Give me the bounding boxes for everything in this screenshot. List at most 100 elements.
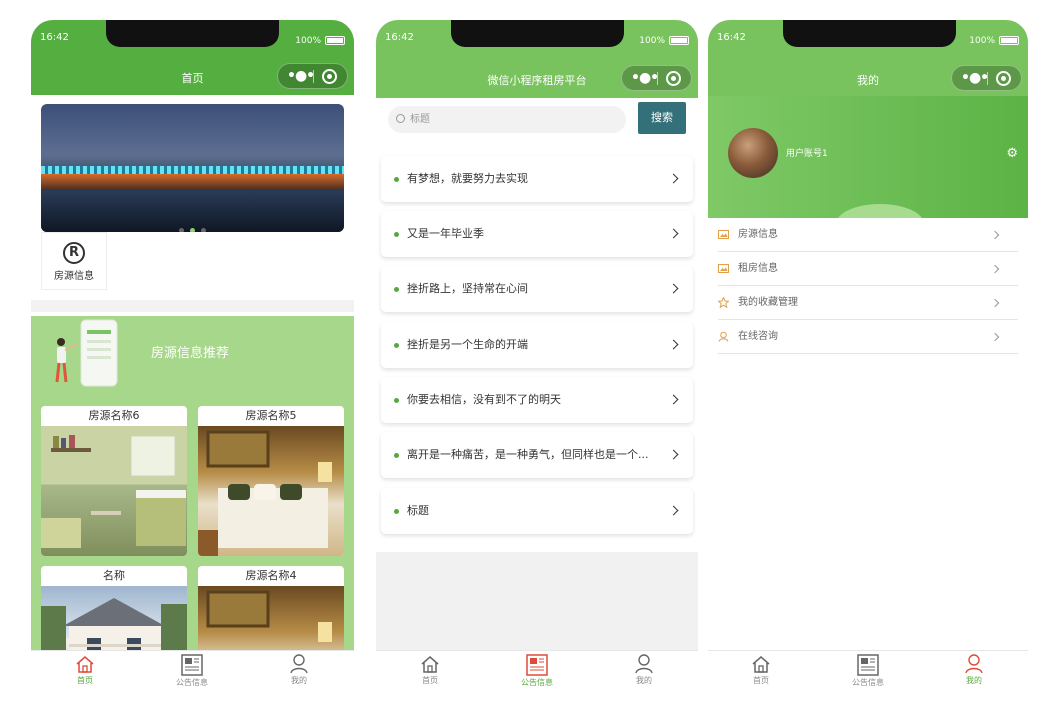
notice-item[interactable]: 挫折路上，坚持常在心间: [381, 266, 693, 312]
close-target-icon[interactable]: [322, 69, 337, 84]
chevron-right-icon: [990, 264, 1000, 274]
notice-title: 标题: [407, 504, 429, 517]
star-icon: [718, 297, 729, 308]
tab-mine[interactable]: 我的: [614, 654, 674, 686]
notice-item[interactable]: 标题: [381, 488, 693, 534]
house-card[interactable]: 房源名称6: [41, 406, 187, 556]
mini-program-capsule[interactable]: •●•: [277, 63, 348, 89]
picture-icon: [718, 230, 729, 239]
battery-percent: 100%: [969, 36, 995, 46]
profile-card: 用户账号1 ⚙: [708, 96, 1028, 218]
menu-item-favorites[interactable]: 我的收藏管理: [718, 286, 1018, 320]
chevron-right-icon: [668, 228, 679, 239]
newspaper-icon: [526, 654, 548, 676]
avatar[interactable]: [728, 128, 778, 178]
chevron-right-icon: [668, 173, 679, 184]
tab-notice[interactable]: 公告信息: [507, 654, 567, 688]
tab-home[interactable]: 首页: [400, 654, 460, 686]
menu-item-consult[interactable]: 在线咨询: [718, 320, 1018, 354]
category-label: 房源信息: [54, 271, 94, 282]
close-target-icon[interactable]: [666, 71, 681, 86]
tab-mine[interactable]: 我的: [269, 654, 329, 686]
consult-icon: [718, 331, 729, 342]
notch: [451, 20, 624, 47]
house-photo: [198, 426, 344, 556]
chevron-right-icon: [668, 394, 679, 405]
tab-label: 公告信息: [852, 678, 884, 687]
carousel-indicator[interactable]: [176, 218, 209, 232]
notice-title: 又是一年毕业季: [407, 227, 484, 240]
notice-item[interactable]: 离开是一种痛苦，是一种勇气，但同样也是一个...: [381, 432, 693, 478]
house-card[interactable]: 房源名称5: [198, 406, 344, 556]
battery-icon: [999, 36, 1019, 45]
tab-mine[interactable]: 我的: [944, 654, 1004, 686]
tab-bar: 首页 公告信息 我的: [708, 650, 1028, 696]
notice-item[interactable]: 有梦想，就要努力去实现: [381, 156, 693, 202]
house-card-title: 房源名称4: [245, 569, 297, 582]
home-icon: [421, 656, 439, 673]
more-icon[interactable]: •●•: [961, 70, 989, 86]
menu-list: 房源信息 租房信息 我的收藏管理 在线咨询: [708, 218, 1028, 354]
notice-title: 离开是一种痛苦，是一种勇气，但同样也是一个...: [407, 448, 649, 461]
mini-program-capsule[interactable]: •●•: [621, 65, 692, 91]
mini-program-capsule[interactable]: •●•: [951, 65, 1022, 91]
battery-icon: [325, 36, 345, 45]
notice-title: 有梦想，就要努力去实现: [407, 172, 528, 185]
tab-label: 首页: [753, 676, 769, 685]
newspaper-icon: [857, 654, 879, 676]
house-photo: [41, 426, 187, 556]
tab-notice[interactable]: 公告信息: [162, 654, 222, 688]
home-screen: 16:42 100% 首页 •●• R 房源信息 房源信息推荐 房源名称6 房源…: [31, 20, 354, 696]
notice-item[interactable]: 挫折是另一个生命的开端: [381, 322, 693, 368]
battery-percent: 100%: [295, 36, 321, 46]
status-time: 16:42: [385, 32, 414, 43]
close-target-icon[interactable]: [996, 71, 1011, 86]
notice-screen: 16:42 100% 微信小程序租房平台 •●• 标题 搜索 有梦想，就要努力去…: [376, 20, 698, 696]
more-icon[interactable]: •●•: [287, 68, 315, 84]
notice-item[interactable]: 你要去相信，没有到不了的明天: [381, 377, 693, 423]
menu-label: 我的收藏管理: [738, 297, 798, 308]
newspaper-icon: [181, 654, 203, 676]
status-bar: 16:42 100%: [708, 20, 1028, 60]
section-title: 房源信息推荐: [151, 346, 230, 361]
chevron-right-icon: [668, 449, 679, 460]
bullet-icon: [394, 509, 399, 514]
notch: [783, 20, 956, 47]
search-input[interactable]: 标题: [388, 106, 626, 133]
notice-item[interactable]: 又是一年毕业季: [381, 211, 693, 257]
category-house-info[interactable]: R 房源信息: [41, 232, 107, 290]
menu-item-house-info[interactable]: 房源信息: [718, 218, 1018, 252]
battery-icon: [669, 36, 689, 45]
tab-label: 公告信息: [176, 678, 208, 687]
illustration-phone-person-icon: [55, 319, 118, 387]
tab-label: 我的: [636, 676, 652, 685]
gear-icon[interactable]: ⚙: [1006, 146, 1018, 161]
menu-item-rental-info[interactable]: 租房信息: [718, 252, 1018, 286]
user-icon: [635, 654, 653, 674]
status-time: 16:42: [717, 32, 746, 43]
bullet-icon: [394, 398, 399, 403]
bullet-icon: [394, 343, 399, 348]
username: 用户账号1: [786, 149, 828, 159]
status-bar: 16:42 100%: [31, 20, 354, 60]
status-time: 16:42: [40, 32, 69, 43]
user-icon: [965, 654, 983, 674]
search-button[interactable]: 搜索: [638, 102, 686, 134]
recommend-section: 房源信息推荐 房源名称6 房源名称5 名称 房源名称4: [31, 316, 354, 696]
tab-home[interactable]: 首页: [55, 654, 115, 686]
menu-label: 在线咨询: [738, 331, 778, 342]
search-placeholder: 标题: [410, 114, 430, 125]
tab-notice[interactable]: 公告信息: [838, 654, 898, 688]
chevron-right-icon: [990, 332, 1000, 342]
search-icon: [396, 114, 405, 123]
search-bar: 标题 搜索: [376, 98, 698, 148]
bullet-icon: [394, 177, 399, 182]
battery-percent: 100%: [639, 36, 665, 46]
banner-carousel[interactable]: [41, 104, 344, 232]
menu-label: 租房信息: [738, 263, 778, 274]
more-icon[interactable]: •●•: [631, 70, 659, 86]
tab-home[interactable]: 首页: [731, 654, 791, 686]
notice-title: 你要去相信，没有到不了的明天: [407, 393, 561, 406]
user-icon: [290, 654, 308, 674]
notice-title: 挫折路上，坚持常在心间: [407, 282, 528, 295]
